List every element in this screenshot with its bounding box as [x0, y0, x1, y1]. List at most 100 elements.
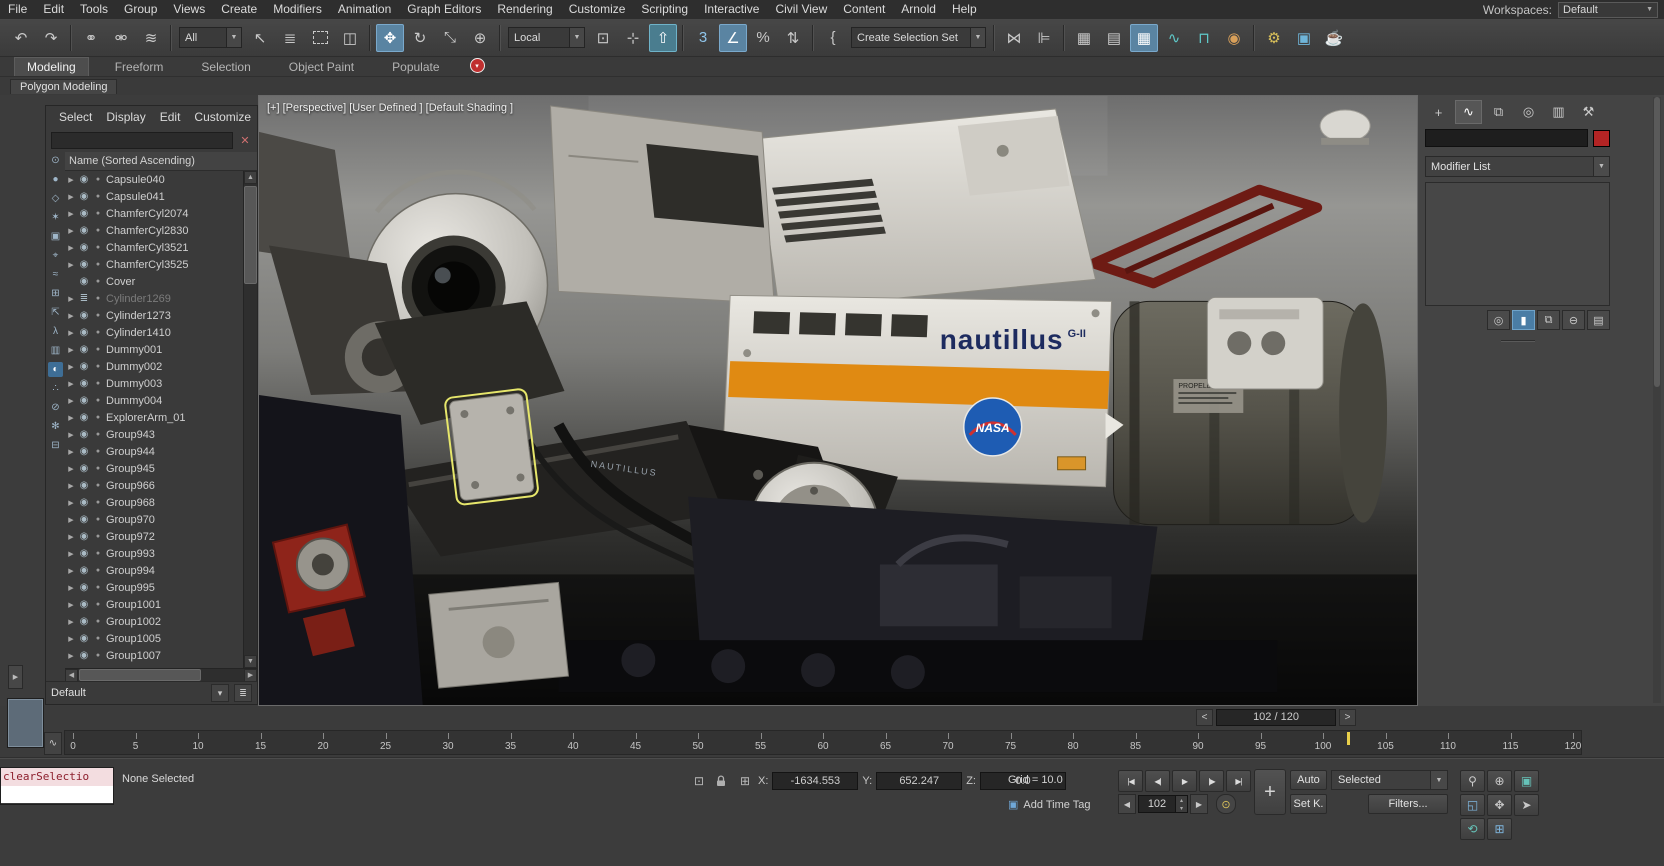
select-and-rotate-button[interactable]: ↻ [406, 24, 434, 52]
go-to-end-button[interactable]: ▶| [1226, 770, 1251, 792]
scene-object-row[interactable]: ▶◉●Group966 [65, 477, 243, 494]
menu-scripting[interactable]: Scripting [633, 0, 696, 19]
percent-snap-toggle[interactable]: % [749, 24, 777, 52]
scroll-up-icon[interactable]: ▲ [244, 171, 257, 184]
explorer-menu-customize[interactable]: Customize [187, 110, 258, 124]
visibility-eye-icon[interactable]: ◉ [78, 565, 90, 576]
scene-object-row[interactable]: ▶◉●Group943 [65, 426, 243, 443]
explorer-horizontal-scrollbar[interactable]: ◀ ▶ [65, 668, 257, 681]
viewport-layout-tab[interactable] [7, 698, 44, 748]
zoom-all-button[interactable]: ⊕ [1487, 770, 1512, 792]
toggle-scene-explorer-button[interactable]: ▦ [1070, 24, 1098, 52]
display-materials-icon[interactable]: ◐ [48, 362, 63, 377]
display-frozen-icon[interactable]: ✻ [48, 419, 63, 434]
menu-arnold[interactable]: Arnold [893, 0, 944, 19]
expand-icon[interactable]: ▶ [67, 227, 75, 235]
explorer-vertical-scrollbar[interactable]: ▲ ▼ [243, 171, 257, 668]
scene-object-row[interactable]: ▶◉●Dummy003 [65, 375, 243, 392]
expand-icon[interactable]: ▶ [67, 244, 75, 252]
expand-icon[interactable]: ▶ [67, 176, 75, 184]
selection-region-button[interactable] [306, 24, 334, 52]
pan-button[interactable]: ✥ [1487, 794, 1512, 816]
expand-icon[interactable]: ▶ [67, 261, 75, 269]
expand-icon[interactable]: ▶ [67, 533, 75, 541]
tab-create[interactable]: + [1425, 100, 1452, 124]
scene-object-row[interactable]: ▶◉●Cylinder1410 [65, 324, 243, 341]
visibility-eye-icon[interactable]: ◉ [78, 412, 90, 423]
visibility-eye-icon[interactable]: ◉ [78, 429, 90, 440]
set-keys-button[interactable]: + [1254, 769, 1286, 815]
scene-object-row[interactable]: ▶◉●ChamferCyl2074 [65, 205, 243, 222]
panel-collapse-button[interactable]: ▶ [8, 665, 23, 689]
go-to-start-button[interactable]: |◀ [1118, 770, 1143, 792]
object-name-field[interactable] [1425, 129, 1588, 147]
next-key-icon[interactable]: ▶ [1190, 794, 1208, 814]
expand-icon[interactable]: ▶ [67, 635, 75, 643]
visibility-eye-icon[interactable]: ◉ [78, 259, 90, 270]
angle-snap-toggle[interactable]: ∠ [719, 24, 747, 52]
scene-object-row[interactable]: ▶◉●Group1002 [65, 613, 243, 630]
explorer-menu-edit[interactable]: Edit [153, 110, 188, 124]
auto-key-button[interactable]: Auto [1290, 770, 1327, 790]
spin-up-icon[interactable]: ▴ [1176, 796, 1187, 804]
expand-icon[interactable]: ▶ [67, 363, 75, 371]
expand-icon[interactable]: ▶ [67, 499, 75, 507]
isolate-selection-icon[interactable]: ⊡ [690, 772, 708, 790]
expand-icon[interactable]: ▶ [67, 516, 75, 524]
curve-editor-button[interactable]: ∿ [1160, 24, 1188, 52]
selection-set-dropdown[interactable]: Selected ▼ [1331, 770, 1448, 790]
frame-spinner-arrows[interactable]: ▴ ▾ [1175, 796, 1187, 812]
snap-toggle-3d[interactable]: 3 [689, 24, 717, 52]
select-and-move-button[interactable]: ✥ [376, 24, 404, 52]
undo-button[interactable]: ↶ [7, 24, 35, 52]
display-hidden-icon[interactable]: ⊘ [48, 400, 63, 415]
expand-icon[interactable]: ▶ [67, 448, 75, 456]
expand-icon[interactable]: ▶ [67, 295, 75, 303]
select-and-scale-button[interactable]: ⤡ [436, 24, 464, 52]
tab-modify[interactable]: ∿ [1455, 100, 1482, 124]
selection-lock-icon[interactable] [712, 772, 730, 790]
keyboard-override-toggle[interactable]: ⇧ [649, 24, 677, 52]
scene-object-row[interactable]: ▶◉●ChamferCyl3521 [65, 239, 243, 256]
previous-frame-button[interactable]: ◀| [1145, 770, 1170, 792]
display-containers-icon[interactable]: ▥ [48, 343, 63, 358]
scene-object-row[interactable]: ▶◉●Dummy004 [65, 392, 243, 409]
scene-object-row[interactable]: ▶◉●ExplorerArm_01 [65, 409, 243, 426]
visibility-eye-icon[interactable]: ◉ [78, 191, 90, 202]
menu-rendering[interactable]: Rendering [489, 0, 560, 19]
scene-object-row[interactable]: ▶◉●ChamferCyl2830 [65, 222, 243, 239]
visibility-eye-icon[interactable]: ◉ [78, 480, 90, 491]
use-pivot-center-button[interactable]: ⊡ [589, 24, 617, 52]
make-unique-button[interactable]: ⧉ [1537, 310, 1560, 330]
tab-utilities[interactable]: ⚒ [1575, 100, 1602, 124]
maximize-viewport-button[interactable]: ⊞ [1487, 818, 1512, 840]
visibility-eye-icon[interactable]: ◉ [78, 225, 90, 236]
display-folder-icon[interactable]: ⊟ [48, 438, 63, 453]
display-groups-icon[interactable]: ⊞ [48, 286, 63, 301]
scene-object-row[interactable]: ◉●Cover [65, 273, 243, 290]
active-layer-value[interactable]: Default [51, 687, 86, 699]
scene-object-row[interactable]: ▶◉●Group995 [65, 579, 243, 596]
expand-icon[interactable]: ▶ [67, 329, 75, 337]
redo-button[interactable]: ↷ [37, 24, 65, 52]
frame-number-field[interactable]: 102 ▴ ▾ [1138, 795, 1188, 813]
display-spacewarps-icon[interactable]: ≈ [48, 267, 63, 282]
visibility-eye-icon[interactable]: ◉ [78, 344, 90, 355]
display-cameras-icon[interactable]: ▣ [48, 229, 63, 244]
expand-icon[interactable]: ▶ [67, 465, 75, 473]
visibility-eye-icon[interactable]: ◉ [78, 599, 90, 610]
expand-icon[interactable]: ▶ [67, 652, 75, 660]
scene-object-row[interactable]: ▶◉●Cylinder1273 [65, 307, 243, 324]
command-panel-scrollbar[interactable] [1653, 97, 1661, 703]
current-frame-marker[interactable] [1347, 732, 1350, 745]
scroll-right-icon[interactable]: ▶ [244, 669, 257, 682]
scene-object-row[interactable]: ▶◉●ChamferCyl3525 [65, 256, 243, 273]
scene-object-row[interactable]: ▶◉●Group1005 [65, 630, 243, 647]
expand-icon[interactable]: ▶ [67, 550, 75, 558]
modifier-list-dropdown[interactable]: Modifier List ▼ [1425, 156, 1610, 177]
scrollbar-thumb[interactable] [1654, 97, 1660, 387]
layer-stack-icon[interactable]: ≣ [78, 293, 90, 304]
render-setup-button[interactable]: ⚙ [1260, 24, 1288, 52]
previous-frame-arrow[interactable]: < [1196, 709, 1213, 726]
mini-curve-editor-icon[interactable]: ∿ [44, 732, 62, 755]
